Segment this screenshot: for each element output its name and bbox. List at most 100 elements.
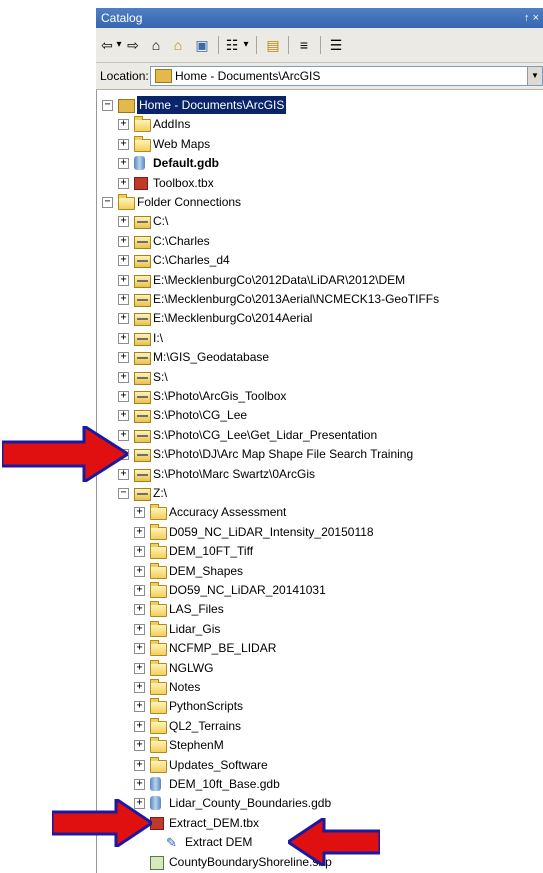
expand-icon[interactable]: + <box>134 507 145 519</box>
catalog-window: Catalog ↑ × ⇦ ▾ ⇨ ⌂ ⌂ ▣ ☷ ▾ ▤ ≡ ☰ Locati… <box>96 8 543 873</box>
expand-icon[interactable]: + <box>134 682 145 693</box>
forward-icon[interactable]: ⇨ <box>126 36 140 54</box>
tree-item[interactable]: + Web Maps <box>97 135 543 153</box>
tree-item[interactable]: + Lidar_County_Boundaries.gdb <box>97 794 543 812</box>
options-icon[interactable]: ☰ <box>328 36 344 54</box>
tree-item[interactable]: + E:\MecklenburgCo\2012Data\LiDAR\2012\DE… <box>97 271 543 289</box>
expand-icon[interactable]: + <box>118 177 129 189</box>
location-input[interactable]: Home - Documents\ArcGIS ▼ <box>150 66 543 86</box>
tree-item[interactable]: + M:\GIS_Geodatabase <box>97 348 543 366</box>
folder-connection-icon <box>134 391 151 404</box>
tree-item[interactable]: + DEM_10FT_Tiff <box>97 542 543 560</box>
tree-item[interactable]: + I:\ <box>97 329 543 347</box>
red-arrow-left-icon <box>288 818 380 866</box>
expand-icon[interactable]: + <box>134 565 145 577</box>
expand-icon[interactable]: + <box>118 352 129 364</box>
tree-item[interactable]: + Lidar_Gis <box>97 620 543 638</box>
tree-item[interactable]: + S:\Photo\ArcGis_Toolbox <box>97 387 543 405</box>
collapse-icon[interactable]: − <box>118 488 129 499</box>
tree-item-label: DEM_Shapes <box>169 563 244 578</box>
expand-icon[interactable]: + <box>118 313 129 325</box>
collapse-icon[interactable]: − <box>102 100 113 111</box>
add-folder-icon[interactable]: ▤ <box>264 36 282 54</box>
expand-icon[interactable]: + <box>118 158 129 170</box>
tree-item[interactable]: + NGLWG <box>97 659 543 677</box>
expand-icon[interactable]: + <box>118 216 129 228</box>
tree-item[interactable]: +S:\Photo\DJ\Arc Map Shape File Search T… <box>97 445 543 463</box>
tree-item-label: Notes <box>169 680 201 694</box>
catalog-toolbar: ⇦ ▾ ⇨ ⌂ ⌂ ▣ ☷ ▾ ▤ ≡ ☰ <box>96 28 543 63</box>
tree-item[interactable]: + C:\Charles <box>97 232 543 250</box>
chevron-down-icon[interactable]: ▼ <box>527 67 542 85</box>
expand-icon[interactable]: + <box>118 294 129 305</box>
views-icon[interactable]: ☷ <box>224 36 240 54</box>
tree-item[interactable]: − Z:\ <box>97 484 543 502</box>
expand-icon[interactable]: + <box>118 235 129 247</box>
expand-icon[interactable]: + <box>118 274 129 286</box>
tree-item-label: DEM_10ft_Base.gdb <box>169 777 280 791</box>
tree-item[interactable]: + DEM_10ft_Base.gdb <box>97 775 543 793</box>
up-one-level-icon[interactable]: ⌂ <box>148 36 164 54</box>
tree-item[interactable]: + LAS_Files <box>97 600 543 618</box>
expand-icon[interactable]: + <box>118 371 129 383</box>
tree-item[interactable]: + DO59_NC_LiDAR_20141031 <box>97 581 543 599</box>
expand-icon[interactable]: + <box>134 546 145 558</box>
tree-item[interactable]: + StephenM <box>97 736 543 754</box>
tree-item[interactable]: + S:\Photo\CG_Lee <box>97 406 543 424</box>
tree-item[interactable]: + Updates_Software <box>97 756 543 774</box>
toggle-tree-icon[interactable]: ≡ <box>296 36 312 54</box>
expand-icon[interactable]: + <box>118 391 129 402</box>
tree-item[interactable]: + C:\Charles_d4 <box>97 251 543 269</box>
expand-icon[interactable]: + <box>134 759 145 771</box>
tree-item[interactable]: + S:\Photo\CG_Lee\Get_Lidar_Presentation <box>97 426 543 444</box>
tree-item[interactable]: + PythonScripts <box>97 697 543 715</box>
tree-item[interactable]: + Notes <box>97 678 543 696</box>
views-dropdown-icon[interactable]: ▾ <box>242 36 250 54</box>
collapse-icon[interactable]: − <box>102 197 113 208</box>
tree-item[interactable]: + NCFMP_BE_LIDAR <box>97 639 543 657</box>
expand-icon[interactable]: + <box>134 585 145 596</box>
tree-item[interactable]: + Accuracy Assessment <box>97 503 543 521</box>
expand-icon[interactable]: + <box>134 604 145 616</box>
tree-item[interactable]: + E:\MecklenburgCo\2014Aerial <box>97 309 543 327</box>
folder-icon <box>150 504 167 521</box>
expand-icon[interactable]: + <box>134 623 145 635</box>
expand-icon[interactable]: + <box>134 526 145 538</box>
tree-item[interactable]: + S:\ <box>97 368 543 386</box>
connect-folder-icon[interactable]: ▣ <box>194 36 210 54</box>
tree-item[interactable]: + QL2_Terrains <box>97 717 543 735</box>
pin-close-icon[interactable]: ↑ × <box>524 8 539 28</box>
expand-icon[interactable]: + <box>134 643 145 655</box>
tree-item[interactable]: + Toolbox.tbx <box>97 174 543 192</box>
back-icon[interactable]: ⇦ <box>100 36 114 54</box>
home-icon[interactable]: ⌂ <box>170 36 186 54</box>
expand-icon[interactable]: + <box>118 119 129 131</box>
expand-icon[interactable]: + <box>134 662 145 674</box>
tree-item[interactable]: + D059_NC_LiDAR_Intensity_20150118 <box>97 523 543 541</box>
folder-icon <box>150 756 167 773</box>
tree-item[interactable]: + E:\MecklenburgCo\2013Aerial\NCMECK13-Ge… <box>97 290 543 308</box>
red-arrow-right-icon <box>52 799 152 847</box>
tree-item[interactable]: + S:\Photo\Marc Swartz\0ArcGis <box>97 465 543 483</box>
expand-icon[interactable]: + <box>134 740 145 752</box>
expand-icon[interactable]: + <box>134 779 145 790</box>
back-dropdown-icon[interactable]: ▾ <box>115 36 123 54</box>
folder-icon <box>150 698 167 715</box>
tree-item-label: C:\ <box>153 214 169 229</box>
tree-item[interactable]: + AddIns <box>97 115 543 133</box>
tree-item-label: M:\GIS_Geodatabase <box>153 350 270 365</box>
tree-item[interactable]: + C:\ <box>97 212 543 230</box>
expand-icon[interactable]: + <box>118 255 129 267</box>
expand-icon[interactable]: + <box>134 720 145 732</box>
tree-item[interactable]: + Default.gdb <box>97 154 543 172</box>
folder-connection-icon <box>134 449 151 463</box>
tree-item[interactable]: − Home - Documents\ArcGIS <box>97 96 543 114</box>
tree-item[interactable]: + DEM_Shapes <box>97 562 543 580</box>
tree-item[interactable]: − Folder Connections <box>97 193 543 211</box>
expand-icon[interactable]: + <box>118 410 129 422</box>
location-label: Location: <box>100 69 149 83</box>
expand-icon[interactable]: + <box>118 332 129 344</box>
expand-icon[interactable]: + <box>118 138 129 150</box>
folder-icon <box>150 582 167 598</box>
expand-icon[interactable]: + <box>134 701 145 713</box>
